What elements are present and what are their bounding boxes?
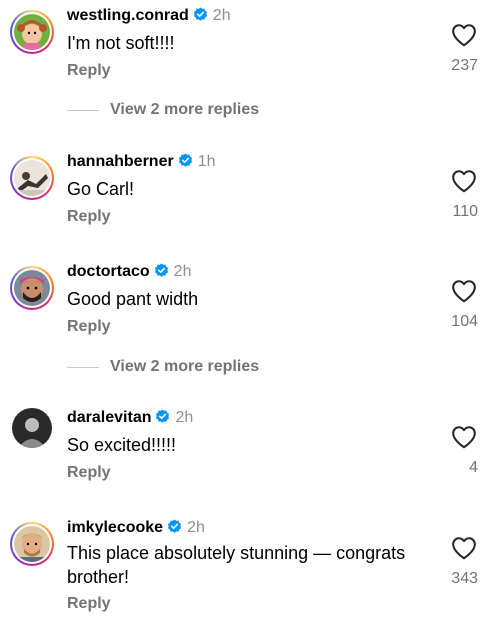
comment-text: Good pant width	[67, 289, 199, 309]
comment-time: 2h	[173, 263, 192, 280]
comment-time: 1h	[197, 153, 216, 170]
verified-badge-icon	[178, 153, 192, 167]
comment-username[interactable]: hannahberner	[67, 153, 174, 170]
like-count: 104	[451, 313, 478, 330]
heart-icon[interactable]	[451, 425, 477, 449]
blond-man-avatar	[14, 526, 50, 562]
avatar[interactable]	[10, 522, 54, 566]
avatar[interactable]	[10, 266, 54, 310]
view-more-replies[interactable]: View 2 more replies	[0, 356, 500, 380]
comment-username[interactable]: daralevitan	[67, 409, 151, 426]
bearded-man-avatar	[14, 270, 50, 306]
reply-button[interactable]: Reply	[67, 595, 111, 613]
view-more-replies-label[interactable]: View 2 more replies	[110, 356, 259, 378]
divider	[67, 367, 99, 368]
like-count: 237	[451, 57, 478, 74]
comment-text: I'm not soft!!!!	[67, 33, 175, 53]
comment-text: So excited!!!!!	[67, 435, 177, 455]
heart-icon[interactable]	[451, 23, 477, 47]
like-count: 343	[451, 570, 478, 587]
cartoon-girl-avatar	[14, 14, 50, 50]
verified-badge-icon	[193, 7, 207, 21]
view-more-replies-label[interactable]: View 2 more replies	[110, 99, 259, 121]
comment-time: 2h	[187, 519, 205, 536]
comment-text: Go Carl!	[67, 179, 135, 199]
avatar[interactable]	[10, 406, 54, 450]
comment-text: This place absolutely stunning — congrat…	[67, 543, 406, 587]
reply-button[interactable]: Reply	[67, 318, 111, 336]
avatar[interactable]	[10, 156, 54, 200]
heart-icon[interactable]	[451, 536, 477, 560]
verified-badge-icon	[156, 409, 170, 423]
person-avatar	[14, 160, 50, 196]
bw-avatar	[12, 408, 52, 448]
heart-icon[interactable]	[451, 279, 477, 303]
reply-button[interactable]: Reply	[67, 464, 111, 482]
like-count: 110	[452, 203, 478, 220]
like-count: 4	[469, 459, 478, 476]
reply-button[interactable]: Reply	[67, 62, 111, 80]
verified-badge-icon	[168, 519, 182, 533]
view-more-replies[interactable]: View 2 more replies	[0, 99, 500, 123]
heart-icon[interactable]	[451, 169, 477, 193]
comment-username[interactable]: westling.conrad	[67, 7, 189, 24]
reply-button[interactable]: Reply	[67, 208, 111, 226]
comment-time: 2h	[212, 7, 231, 24]
avatar[interactable]	[10, 10, 54, 54]
divider	[67, 110, 99, 111]
comment-time: 2h	[175, 409, 194, 426]
comment-username[interactable]: doctortaco	[67, 263, 150, 280]
verified-badge-icon	[154, 263, 168, 277]
comment-username[interactable]: imkylecooke	[67, 519, 163, 536]
